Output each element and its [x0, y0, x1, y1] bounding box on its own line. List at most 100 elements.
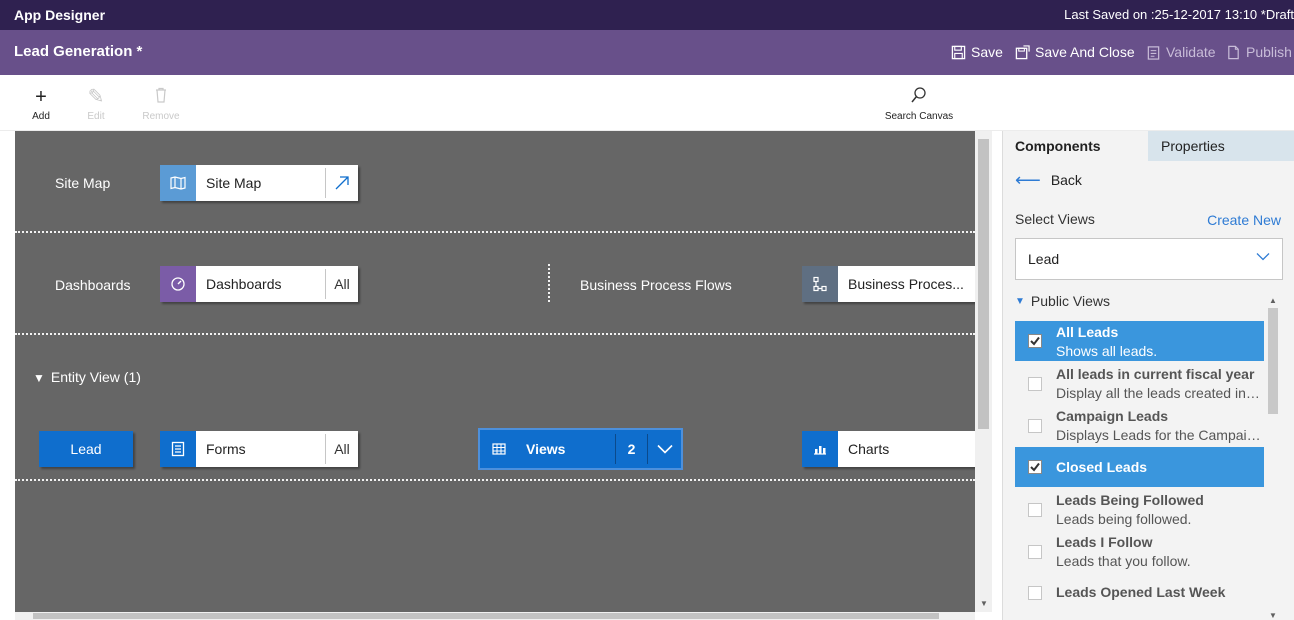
canvas-vertical-scrollbar[interactable]: ▼ — [975, 131, 992, 612]
remove-button[interactable]: Remove — [136, 87, 186, 122]
view-description: Shows all leads. — [1056, 343, 1158, 359]
collapse-triangle-icon: ▼ — [1015, 295, 1025, 307]
dashboards-count: All — [325, 269, 358, 299]
add-button[interactable]: + Add — [16, 87, 66, 122]
save-close-icon — [1015, 44, 1030, 59]
scroll-thumb[interactable] — [1268, 308, 1278, 414]
canvas-horizontal-scrollbar[interactable] — [15, 612, 975, 620]
edit-label: Edit — [87, 111, 105, 122]
chevron-down-icon — [1256, 253, 1270, 261]
forms-count: All — [325, 434, 358, 464]
arrow-up-right-icon — [335, 176, 349, 190]
view-checkbox[interactable] — [1028, 586, 1042, 600]
list-item[interactable]: Leads I Follow Leads that you follow. — [1015, 531, 1264, 571]
charts-tile-label: Charts — [848, 441, 890, 457]
view-checkbox[interactable] — [1028, 377, 1042, 391]
view-checkbox[interactable] — [1028, 419, 1042, 433]
publish-icon — [1228, 45, 1239, 59]
vertical-divider — [548, 264, 550, 302]
search-icon — [874, 87, 964, 111]
scroll-thumb[interactable] — [33, 613, 939, 619]
view-title: All leads in current fiscal year — [1056, 366, 1255, 382]
create-new-link[interactable]: Create New — [1207, 212, 1281, 228]
tab-components[interactable]: Components — [1003, 131, 1148, 161]
list-item[interactable]: All leads in current fiscal year Display… — [1015, 363, 1264, 403]
designer-canvas[interactable]: Site Map Site Map Dashboards Dashboards … — [15, 131, 977, 612]
view-description: Leads that you follow. — [1056, 553, 1191, 569]
view-checkbox[interactable] — [1028, 503, 1042, 517]
charts-tile[interactable]: Charts — [802, 431, 977, 467]
tab-properties[interactable]: Properties — [1148, 131, 1294, 161]
chart-icon — [802, 431, 838, 467]
scroll-down-arrow-icon[interactable]: ▼ — [1269, 611, 1277, 620]
collapse-triangle-icon: ▼ — [33, 371, 45, 385]
site-map-row-label: Site Map — [55, 175, 111, 191]
lead-entity-button[interactable]: Lead — [39, 431, 133, 467]
remove-label: Remove — [142, 111, 180, 122]
app-designer-title: App Designer — [14, 7, 106, 23]
save-label: Save — [971, 44, 1003, 60]
save-and-close-button[interactable]: Save And Close — [1015, 44, 1135, 60]
dashboards-tile[interactable]: Dashboards All — [160, 266, 358, 302]
public-views-label: Public Views — [1030, 293, 1111, 309]
section-divider — [15, 333, 975, 335]
view-description: Leads being followed. — [1056, 511, 1192, 527]
bpf-tile-label: Business Proces... — [848, 276, 964, 292]
entity-view-toggle[interactable]: ▼ Entity View (1) — [33, 369, 141, 385]
designer-toolbar: + Add ✎ Edit Remove Search Canvas — [0, 75, 1294, 131]
open-site-map-designer-button[interactable] — [325, 168, 358, 198]
top-bar: App Designer Last Saved on :25-12-2017 1… — [0, 0, 1294, 30]
select-views-label: Select Views — [1015, 211, 1095, 227]
dashboards-row-label: Dashboards — [55, 277, 131, 293]
forms-tile[interactable]: Forms All — [160, 431, 358, 467]
dashboard-icon — [160, 266, 196, 302]
entity-select-value: Lead — [1028, 251, 1060, 267]
bpf-tile[interactable]: Business Proces... — [802, 266, 977, 302]
view-checkbox[interactable] — [1028, 545, 1042, 559]
site-map-tile[interactable]: Site Map — [160, 165, 358, 201]
view-title: Leads I Follow — [1056, 534, 1153, 550]
scroll-thumb[interactable] — [978, 139, 989, 429]
grid-icon — [480, 430, 518, 468]
bpf-row-label: Business Process Flows — [580, 277, 732, 293]
search-canvas-button[interactable]: Search Canvas — [874, 87, 964, 122]
back-button[interactable]: ⟵ Back — [1015, 171, 1082, 189]
views-tile[interactable]: Views 2 — [478, 428, 683, 470]
last-saved-status: Last Saved on :25-12-2017 13:10 *Draft — [1064, 7, 1294, 22]
edit-button[interactable]: ✎ Edit — [71, 87, 121, 122]
panel-scrollbar[interactable]: ▲ ▼ — [1266, 296, 1280, 620]
views-count: 2 — [615, 434, 647, 464]
validate-button[interactable]: Validate — [1146, 44, 1216, 60]
process-flow-icon — [802, 266, 838, 302]
view-title: Leads Being Followed — [1056, 492, 1204, 508]
views-expand-button[interactable] — [647, 434, 681, 464]
list-item[interactable]: Closed Leads — [1015, 447, 1264, 487]
publish-button[interactable]: Publish — [1226, 44, 1292, 60]
save-icon — [951, 45, 966, 59]
list-item[interactable]: Leads Opened Last Week — [1015, 575, 1264, 611]
view-checkbox[interactable] — [1028, 460, 1042, 474]
site-map-tile-label: Site Map — [206, 175, 262, 191]
publish-label: Publish — [1246, 44, 1292, 60]
list-item[interactable]: All Leads Shows all leads. — [1015, 321, 1264, 361]
view-checkbox[interactable] — [1028, 334, 1042, 348]
scroll-down-arrow-icon[interactable]: ▼ — [980, 599, 988, 608]
scroll-up-arrow-icon[interactable]: ▲ — [1269, 296, 1277, 305]
map-icon — [160, 165, 196, 201]
entity-select[interactable]: Lead — [1015, 238, 1283, 280]
list-item[interactable]: Campaign Leads Displays Leads for the Ca… — [1015, 405, 1264, 445]
public-views-toggle[interactable]: ▼ Public Views — [1015, 293, 1110, 309]
form-icon — [160, 431, 196, 467]
save-and-close-label: Save And Close — [1035, 44, 1135, 60]
back-arrow-icon: ⟵ — [1015, 170, 1041, 190]
section-divider — [15, 479, 975, 481]
view-title: All Leads — [1056, 324, 1119, 340]
back-label: Back — [1050, 172, 1082, 188]
view-title: Campaign Leads — [1056, 408, 1169, 424]
list-item[interactable]: Leads Being Followed Leads being followe… — [1015, 489, 1264, 529]
view-description: Displays Leads for the Campaig... — [1056, 427, 1261, 443]
views-tile-label: Views — [526, 441, 566, 457]
header-bar: Lead Generation * Save Save And Close Va… — [0, 30, 1294, 75]
save-button[interactable]: Save — [951, 44, 1003, 60]
forms-tile-label: Forms — [206, 441, 246, 457]
